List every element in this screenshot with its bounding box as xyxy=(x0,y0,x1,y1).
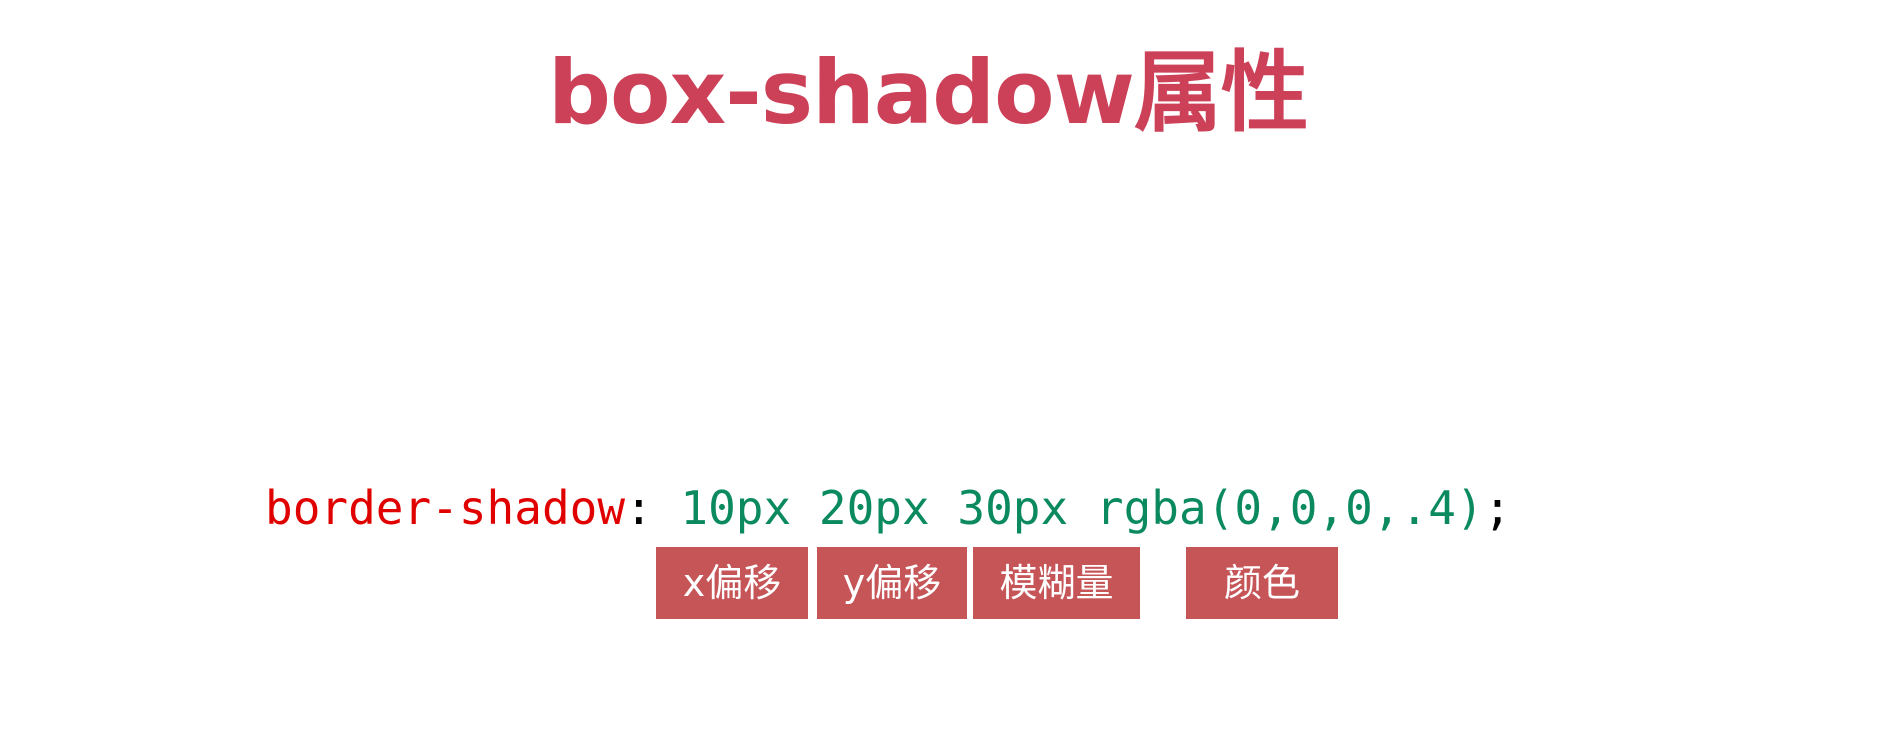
css-colon: : xyxy=(625,481,681,535)
label-y-offset: y偏移 xyxy=(817,547,967,619)
label-blur: 模糊量 xyxy=(973,547,1140,619)
css-value-color: rgba(0,0,0,.4) xyxy=(1095,481,1484,535)
css-property: border-shadow xyxy=(265,481,626,535)
slide-title: box-shadow属性 xyxy=(548,41,1309,144)
css-value-x-offset: 10px xyxy=(680,481,792,535)
css-declaration: border-shadow: 10px 20px 30px rgba(0,0,0… xyxy=(265,480,1511,536)
css-value-blur: 30px xyxy=(957,481,1069,535)
label-x-offset: x偏移 xyxy=(656,547,808,619)
label-color: 颜色 xyxy=(1186,547,1338,619)
css-terminator: ; xyxy=(1483,481,1512,535)
css-value-y-offset: 20px xyxy=(818,481,930,535)
